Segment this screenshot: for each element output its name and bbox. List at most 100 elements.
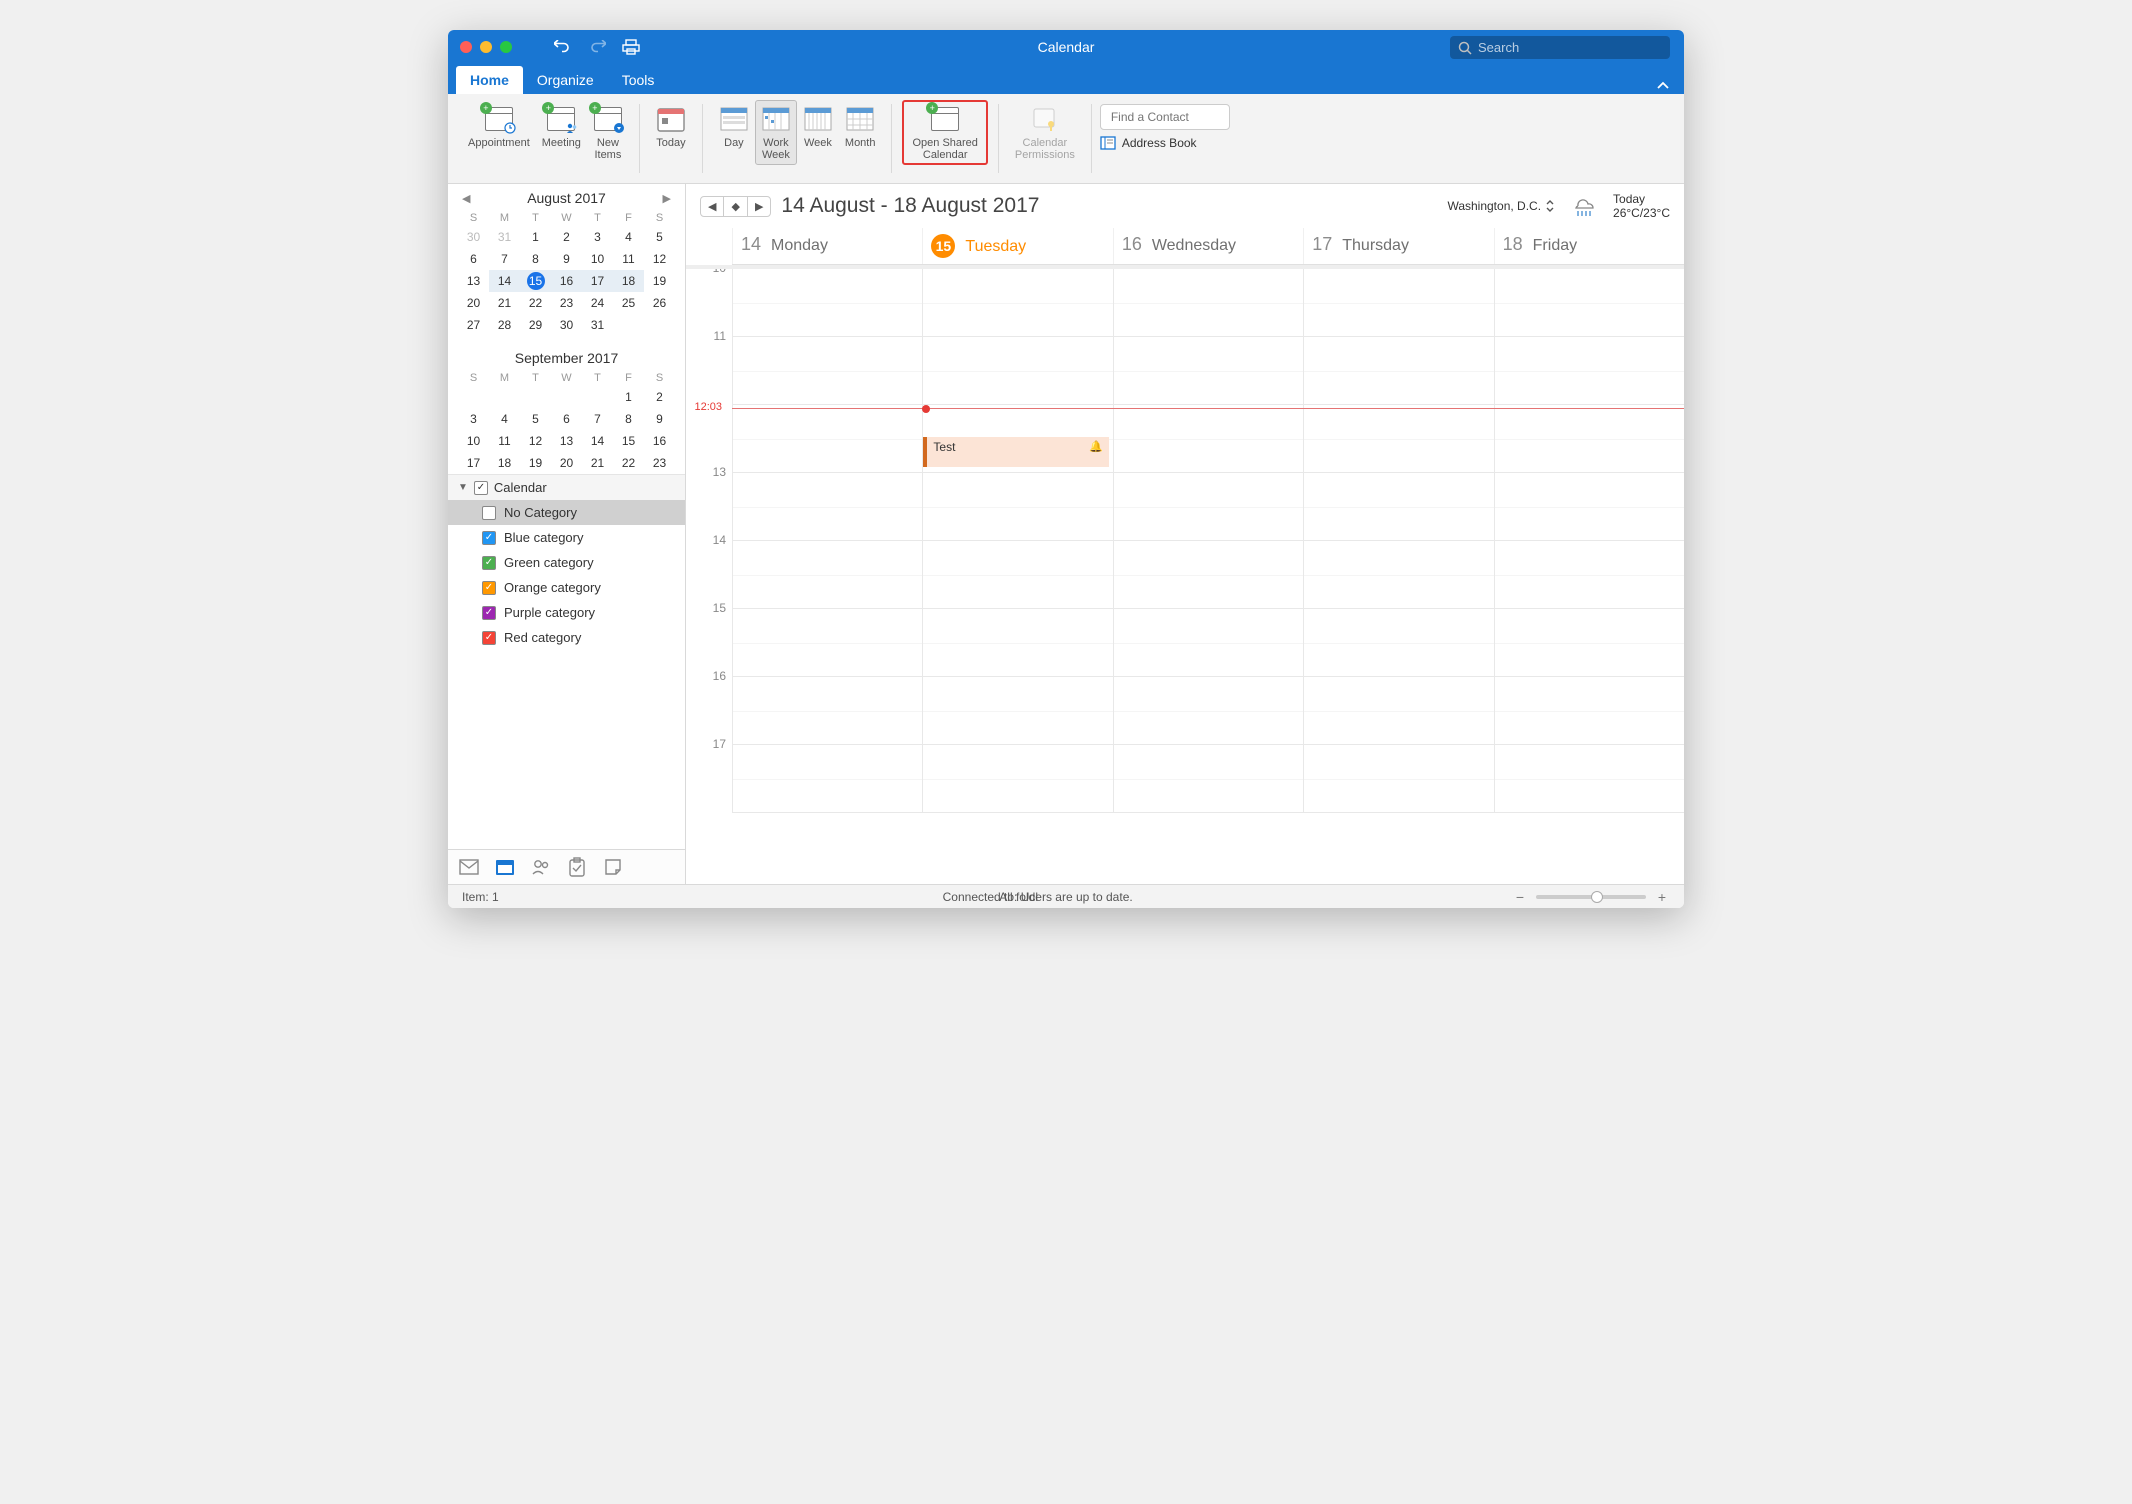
minical-day[interactable]: 6 — [551, 408, 582, 430]
minical-day[interactable]: 29 — [520, 314, 551, 336]
calendar-module-button[interactable] — [494, 856, 516, 878]
zoom-window-button[interactable] — [500, 41, 512, 53]
location-selector[interactable]: Washington, D.C. — [1447, 199, 1555, 213]
tab-organize[interactable]: Organize — [523, 66, 608, 94]
appointment-button[interactable]: + Appointment — [462, 100, 536, 153]
minical-day[interactable]: 7 — [489, 248, 520, 270]
minical-day[interactable]: 23 — [644, 452, 675, 474]
day-column[interactable] — [1303, 269, 1493, 813]
checkbox-icon[interactable]: ✓ — [482, 581, 496, 595]
minical-day[interactable]: 5 — [520, 408, 551, 430]
calendar-event[interactable]: Test🔔 — [923, 437, 1108, 467]
open-shared-calendar-button[interactable]: + Open Shared Calendar — [902, 100, 987, 165]
day-header[interactable]: 16Wednesday — [1113, 228, 1303, 264]
minical-day[interactable]: 3 — [458, 408, 489, 430]
checkbox-icon[interactable]: ✓ — [482, 531, 496, 545]
minical-day[interactable]: 14 — [489, 270, 520, 292]
minical-day[interactable]: 11 — [489, 430, 520, 452]
collapse-ribbon-button[interactable] — [1656, 79, 1670, 94]
new-items-button[interactable]: + New Items — [587, 100, 629, 165]
tab-tools[interactable]: Tools — [608, 66, 669, 94]
address-book-button[interactable]: Address Book — [1100, 136, 1230, 150]
close-window-button[interactable] — [460, 41, 472, 53]
category-item[interactable]: ✓Blue category — [448, 525, 685, 550]
minical-day[interactable]: 14 — [582, 430, 613, 452]
day-column[interactable] — [1113, 269, 1303, 813]
redo-button[interactable] — [586, 36, 608, 58]
minical-day[interactable]: 4 — [489, 408, 520, 430]
month-view-button[interactable]: Month — [839, 100, 882, 153]
minical-day[interactable]: 20 — [551, 452, 582, 474]
day-header[interactable]: 14Monday — [732, 228, 922, 264]
minical-day[interactable]: 22 — [520, 292, 551, 314]
minical-day[interactable]: 15 — [520, 270, 551, 292]
checkbox-icon[interactable]: ✓ — [482, 506, 496, 520]
print-button[interactable] — [620, 36, 642, 58]
day-view-button[interactable]: Day — [713, 100, 755, 153]
minical-day[interactable]: 15 — [613, 430, 644, 452]
minical-day[interactable]: 30 — [551, 314, 582, 336]
category-item[interactable]: ✓Green category — [448, 550, 685, 575]
work-week-view-button[interactable]: Work Week — [755, 100, 797, 165]
zoom-out-button[interactable]: − — [1512, 889, 1528, 905]
minical-day[interactable]: 18 — [489, 452, 520, 474]
minical-day[interactable]: 26 — [644, 292, 675, 314]
minical-day[interactable]: 2 — [551, 226, 582, 248]
minical-day[interactable]: 4 — [613, 226, 644, 248]
minical-day[interactable]: 30 — [458, 226, 489, 248]
minical-day[interactable]: 7 — [582, 408, 613, 430]
tasks-module-button[interactable] — [566, 856, 588, 878]
search-input[interactable] — [1450, 36, 1670, 59]
find-contact-input[interactable] — [1100, 104, 1230, 130]
people-module-button[interactable] — [530, 856, 552, 878]
notes-module-button[interactable] — [602, 856, 624, 878]
minical-day[interactable]: 11 — [613, 248, 644, 270]
minical-day[interactable]: 5 — [644, 226, 675, 248]
day-column[interactable]: Test🔔 — [922, 269, 1112, 813]
zoom-in-button[interactable]: + — [1654, 889, 1670, 905]
minical-day[interactable]: 16 — [644, 430, 675, 452]
day-column[interactable] — [1494, 269, 1684, 813]
checkbox-icon[interactable]: ✓ — [474, 481, 488, 495]
day-header[interactable]: 17Thursday — [1303, 228, 1493, 264]
week-view-button[interactable]: Week — [797, 100, 839, 153]
prev-month-button[interactable]: ◀ — [462, 192, 470, 205]
category-item[interactable]: ✓Red category — [448, 625, 685, 650]
minical-day[interactable]: 13 — [551, 430, 582, 452]
minical-day[interactable]: 19 — [520, 452, 551, 474]
today-button[interactable]: Today — [650, 100, 692, 153]
minical-day[interactable]: 1 — [613, 386, 644, 408]
checkbox-icon[interactable]: ✓ — [482, 606, 496, 620]
day-header[interactable]: 15Tuesday — [922, 228, 1112, 264]
minical-day[interactable]: 12 — [644, 248, 675, 270]
next-month-button[interactable]: ▶ — [663, 192, 671, 205]
minical-day[interactable]: 8 — [520, 248, 551, 270]
minical-day[interactable]: 19 — [644, 270, 675, 292]
category-item[interactable]: ✓No Category — [448, 500, 685, 525]
minimize-window-button[interactable] — [480, 41, 492, 53]
minical-day[interactable]: 16 — [551, 270, 582, 292]
prev-button[interactable]: ◀ — [701, 197, 724, 216]
minical-day[interactable]: 28 — [489, 314, 520, 336]
mail-module-button[interactable] — [458, 856, 480, 878]
minical-day[interactable]: 24 — [582, 292, 613, 314]
minical-day[interactable]: 27 — [458, 314, 489, 336]
checkbox-icon[interactable]: ✓ — [482, 631, 496, 645]
minical-day[interactable]: 17 — [458, 452, 489, 474]
next-button[interactable]: ▶ — [748, 197, 770, 216]
category-item[interactable]: ✓Orange category — [448, 575, 685, 600]
minical-day[interactable]: 21 — [582, 452, 613, 474]
minical-day[interactable]: 12 — [520, 430, 551, 452]
minical-day[interactable]: 22 — [613, 452, 644, 474]
minical-day[interactable]: 9 — [551, 248, 582, 270]
minical-day[interactable]: 21 — [489, 292, 520, 314]
minical-day[interactable]: 18 — [613, 270, 644, 292]
meeting-button[interactable]: + Meeting — [536, 100, 587, 153]
minical-day[interactable]: 20 — [458, 292, 489, 314]
category-item[interactable]: ✓Purple category — [448, 600, 685, 625]
minical-day[interactable]: 17 — [582, 270, 613, 292]
minical-day[interactable]: 10 — [458, 430, 489, 452]
minical-day[interactable]: 10 — [582, 248, 613, 270]
minical-day[interactable]: 31 — [489, 226, 520, 248]
disclosure-triangle-icon[interactable]: ▼ — [458, 482, 468, 493]
